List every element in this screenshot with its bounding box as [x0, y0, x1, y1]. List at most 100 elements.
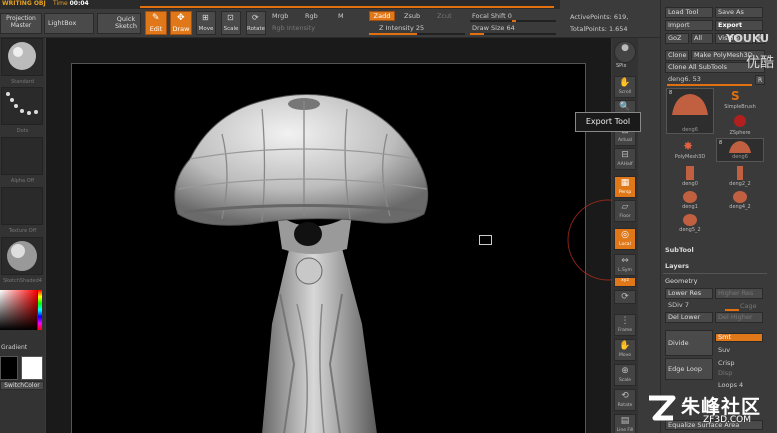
clone-button[interactable]: Clone: [665, 50, 689, 61]
move-label: Move: [198, 26, 214, 32]
tool-name-0: deng6: [682, 127, 698, 133]
goz-button[interactable]: GoZ: [665, 33, 689, 44]
cage-button[interactable]: Cage: [740, 302, 757, 310]
brush-thumb[interactable]: [1, 38, 43, 76]
aahalf-button[interactable]: ⊟ AAHalf: [614, 148, 636, 170]
disp-toggle[interactable]: Disp: [718, 369, 732, 377]
app-title: WRITING OBJ: [2, 0, 46, 7]
line-fill-button[interactable]: ▤ Line Fill: [614, 414, 636, 433]
focal-shift-slider[interactable]: Focal Shift 0: [472, 12, 512, 20]
scroll-icon: ✋: [619, 78, 631, 88]
focal-shift-fill: [512, 20, 516, 22]
higher-res-button[interactable]: Higher Res: [715, 288, 763, 299]
scale-icon: ⊡: [227, 13, 234, 22]
stroke-thumb[interactable]: [1, 87, 43, 125]
lightbox-button[interactable]: LightBox: [44, 13, 94, 34]
del-lower-button[interactable]: Del Lower: [665, 312, 713, 323]
brush-cursor-ring: [567, 199, 620, 281]
scale-button[interactable]: ⊡ Scale: [221, 11, 241, 35]
current-tool-label: deng6. 53: [668, 75, 701, 83]
move-button[interactable]: ⊞ Move: [196, 11, 216, 35]
zsphere-label: ZSphere: [729, 130, 751, 136]
material-thumb[interactable]: [1, 237, 43, 275]
spix-icon[interactable]: ●: [614, 41, 636, 63]
edit-button[interactable]: ✎ Edit: [145, 11, 167, 35]
rgb-intensity-slider[interactable]: Rgb Intensity: [272, 24, 315, 32]
frame-button[interactable]: ⋮ Frame: [614, 314, 636, 336]
smt-toggle[interactable]: Smt: [715, 333, 763, 342]
draw-button[interactable]: ✥ Draw: [170, 11, 192, 35]
lsym-button[interactable]: ⇔ L.Sym: [614, 254, 636, 276]
all-button[interactable]: All: [691, 33, 713, 44]
dots-stroke-icon: [6, 92, 38, 115]
rgb-button[interactable]: Rgb: [305, 12, 318, 20]
document-canvas[interactable]: [71, 63, 586, 433]
projection-master-button[interactable]: Projection Master: [0, 13, 42, 34]
switch-color-button[interactable]: SwitchColor: [0, 381, 44, 390]
hue-slider[interactable]: [38, 290, 42, 330]
del-higher-button[interactable]: Del Higher: [715, 312, 763, 323]
deng0-label: deng0: [682, 181, 698, 187]
alpha-label: Alpha Off: [10, 178, 35, 184]
draw-size-fill: [470, 33, 484, 35]
lsym-icon: ⇔: [621, 256, 629, 266]
sdiv-slider[interactable]: SDiv 7: [668, 301, 689, 309]
xyz-button[interactable]: xyz: [614, 277, 636, 287]
rotate-view-button[interactable]: ⟲ Rotate: [614, 389, 636, 411]
secondary-color-swatch[interactable]: [21, 356, 43, 380]
tool-r-button[interactable]: R: [755, 75, 765, 85]
local-button[interactable]: ◎ Local: [614, 228, 636, 250]
current-tool-slider[interactable]: [667, 84, 752, 86]
alpha-thumb[interactable]: [1, 137, 43, 175]
deng5-2-label: deng5_2: [679, 227, 701, 233]
loops-slider[interactable]: Loops 4: [718, 381, 743, 389]
mrgb-button[interactable]: Mrgb: [272, 12, 288, 20]
subtool-section[interactable]: SubTool: [665, 246, 694, 254]
zf3d-watermark: 朱峰社区 ZF3D.COM: [643, 390, 777, 433]
import-button[interactable]: Import: [665, 20, 713, 31]
deng6-small-tool[interactable]: 8 deng6: [716, 138, 764, 162]
quick-sketch-button[interactable]: Quick Sketch: [97, 13, 141, 34]
main-color-swatch[interactable]: [0, 356, 18, 380]
divide-button[interactable]: Divide: [665, 330, 713, 356]
floor-button[interactable]: ▱ Floor: [614, 200, 636, 222]
save-as-button[interactable]: Save As: [715, 7, 763, 18]
gradient-label[interactable]: Gradient: [1, 344, 46, 351]
load-tool-button[interactable]: Load Tool: [665, 7, 713, 18]
zsub-button[interactable]: Zsub: [404, 12, 420, 20]
edge-loop-button[interactable]: Edge Loop: [665, 358, 713, 380]
scroll-button[interactable]: ✋ Scroll: [614, 76, 636, 98]
spix-label: SPix: [616, 63, 627, 69]
scale-view-button[interactable]: ⊕ Scale: [614, 364, 636, 386]
aahalf-icon: ⊟: [621, 150, 629, 160]
frame-icon: ⋮: [620, 316, 630, 326]
z-intensity-slider[interactable]: Z Intensity 25: [379, 24, 424, 32]
texture-thumb[interactable]: [1, 187, 43, 225]
crisp-toggle[interactable]: Crisp: [718, 359, 735, 367]
rotate-button[interactable]: ⟳ Rotate: [246, 11, 266, 35]
zadd-button[interactable]: Zadd: [369, 11, 395, 21]
tool-thumb-selected[interactable]: 8 deng6: [666, 88, 714, 134]
progress-line: [140, 6, 554, 8]
geometry-section[interactable]: Geometry: [665, 277, 697, 285]
section-divider: [663, 273, 767, 274]
deng6-tool-icon: [672, 94, 708, 115]
m-button[interactable]: M: [338, 12, 344, 20]
axis-rotation-icon[interactable]: ⟳: [614, 290, 636, 304]
deng1-label: deng1: [682, 204, 698, 210]
deng0-icon: [686, 166, 694, 180]
lower-res-button[interactable]: Lower Res: [665, 288, 713, 299]
total-points-readout: TotalPoints: 1.654: [570, 25, 628, 33]
export-button[interactable]: Export: [715, 20, 763, 31]
zcut-button[interactable]: Zcut: [437, 12, 452, 20]
color-picker[interactable]: [0, 290, 37, 330]
deng4-2-label: deng4_2: [729, 204, 751, 210]
local-icon: ◎: [621, 230, 629, 240]
draw-size-slider[interactable]: Draw Size 64: [472, 24, 515, 32]
move-view-button[interactable]: ✋ Move: [614, 339, 636, 361]
layers-section[interactable]: Layers: [665, 262, 689, 270]
persp-button[interactable]: ▦ Persp: [614, 176, 636, 198]
stroke-label: Dots: [16, 128, 29, 134]
suv-toggle[interactable]: Suv: [718, 346, 730, 354]
line-fill-icon: ▤: [620, 416, 630, 426]
